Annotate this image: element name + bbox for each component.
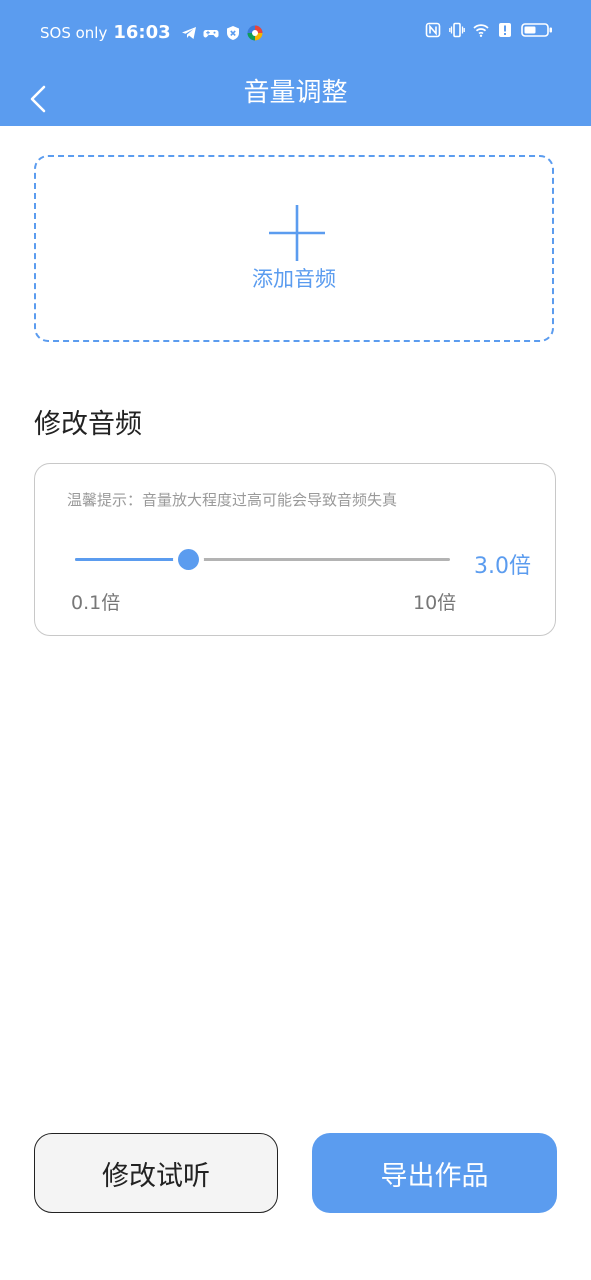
add-audio-label: 添加音频: [252, 267, 336, 291]
status-bar: SOS only 16:03: [0, 0, 591, 66]
slider-max-label: 10倍: [413, 592, 457, 614]
vibrate-icon: [449, 22, 465, 38]
telegram-icon: [181, 26, 196, 39]
carrier-text: SOS only: [40, 23, 108, 42]
status-right: [425, 22, 553, 38]
add-audio-button[interactable]: 添加音频: [34, 155, 554, 342]
clock-time: 16:03: [113, 22, 171, 43]
nfc-icon: [425, 22, 441, 38]
alert-icon: [499, 23, 511, 37]
wifi-icon: [473, 24, 489, 37]
plus-icon: [269, 205, 325, 261]
section-title: 修改音频: [34, 409, 142, 440]
game-controller-icon: [203, 29, 219, 37]
warning-tip: 温馨提示：音量放大程度过高可能会导致音频失真: [67, 491, 398, 509]
volume-card: 温馨提示：音量放大程度过高可能会导致音频失真 3.0倍 0.1倍 10倍: [34, 463, 556, 636]
volume-slider[interactable]: [75, 549, 450, 570]
colorful-app-icon: [247, 25, 263, 40]
slider-fill: [75, 558, 188, 561]
export-button[interactable]: 导出作品: [312, 1133, 557, 1213]
volume-value: 3.0倍: [474, 554, 531, 579]
status-left: SOS only 16:03: [40, 22, 263, 43]
preview-button[interactable]: 修改试听: [34, 1133, 278, 1213]
page-title: 音量调整: [243, 78, 348, 108]
slider-min-label: 0.1倍: [71, 592, 121, 614]
slider-thumb[interactable]: [177, 549, 199, 570]
nav-bar: 音量调整: [0, 66, 591, 126]
shield-icon: [226, 25, 239, 40]
battery-icon: [521, 23, 552, 37]
